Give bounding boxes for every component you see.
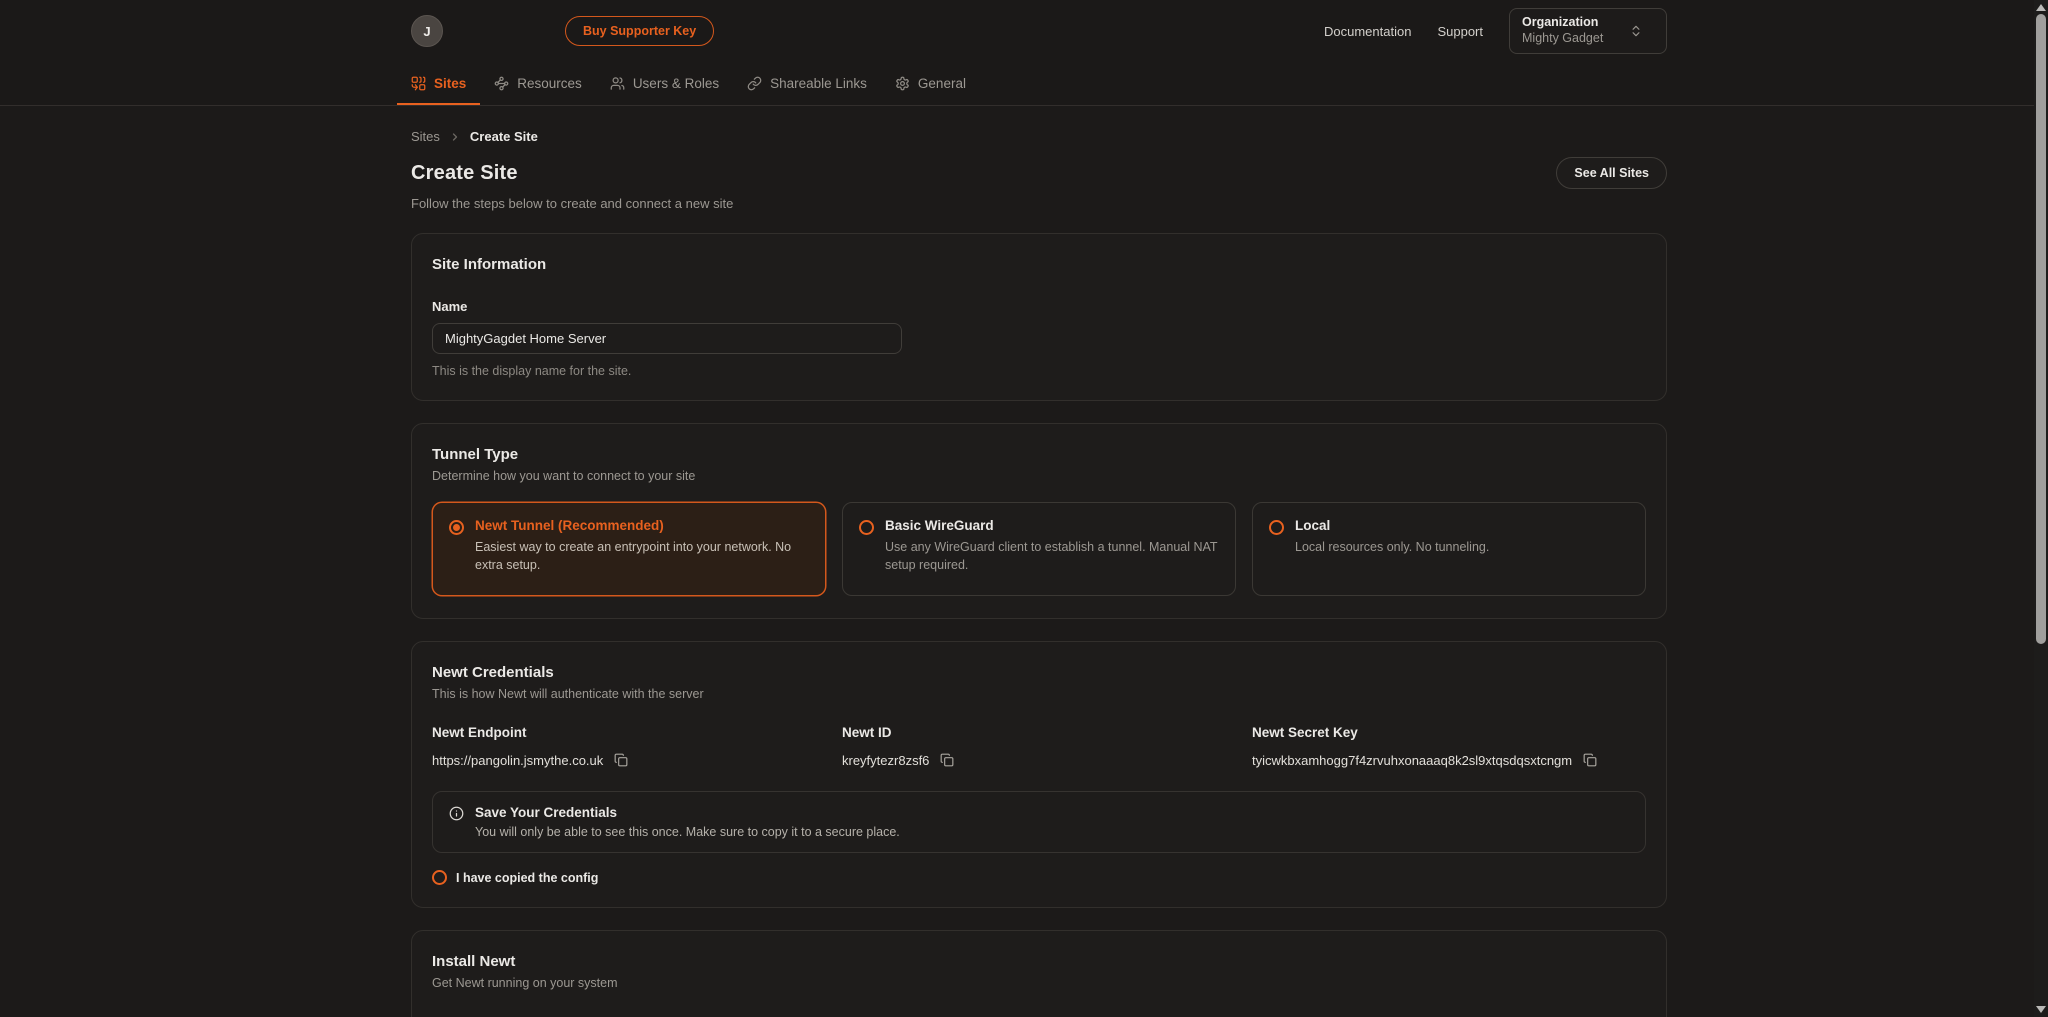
organization-value: Mighty Gadget (1522, 31, 1603, 47)
info-icon (449, 806, 464, 821)
tab-label: General (918, 76, 966, 91)
waypoints-icon (494, 76, 509, 91)
install-newt-heading: Install Newt (432, 953, 1646, 970)
buy-supporter-key-button[interactable]: Buy Supporter Key (565, 16, 714, 46)
name-label: Name (432, 299, 1646, 314)
tab-label: Shareable Links (770, 76, 867, 91)
breadcrumb-create-site: Create Site (470, 129, 538, 144)
radio-unselected-icon (432, 870, 447, 885)
newt-id-field: Newt ID kreyfytezr8zsf6 (842, 725, 1236, 769)
page-subtitle: Follow the steps below to create and con… (411, 196, 1667, 211)
scrollbar[interactable] (2034, 0, 2048, 1017)
newt-credentials-card: Newt Credentials This is how Newt will a… (411, 641, 1667, 908)
link-icon (747, 76, 762, 91)
chevrons-up-down-icon (1629, 24, 1643, 38)
copy-secret-key-button[interactable] (1581, 751, 1599, 769)
tunnel-option-title: Basic WireGuard (885, 518, 1219, 533)
copy-icon (1583, 753, 1597, 767)
support-link[interactable]: Support (1437, 24, 1483, 39)
tunnel-option-wireguard[interactable]: Basic WireGuard Use any WireGuard client… (842, 502, 1236, 596)
newt-endpoint-label: Newt Endpoint (432, 725, 826, 740)
organization-selector[interactable]: Organization Mighty Gadget (1509, 8, 1667, 53)
newt-secret-key-label: Newt Secret Key (1252, 725, 1646, 740)
callout-title: Save Your Credentials (475, 805, 900, 820)
scrollbar-down-arrow[interactable] (2036, 1006, 2046, 1013)
newt-secret-key-field: Newt Secret Key tyicwkbxamhogg7f4zrvuhxo… (1252, 725, 1646, 769)
copy-icon (940, 753, 954, 767)
tab-resources[interactable]: Resources (480, 62, 596, 105)
tab-sites[interactable]: Sites (397, 62, 480, 105)
organization-label: Organization (1522, 15, 1603, 31)
users-icon (610, 76, 625, 91)
tunnel-type-subheading: Determine how you want to connect to you… (432, 469, 1646, 483)
radio-selected-icon (449, 520, 464, 535)
chevron-right-icon (449, 131, 461, 143)
radio-unselected-icon (859, 520, 874, 535)
radio-unselected-icon (1269, 520, 1284, 535)
breadcrumb: Sites Create Site (411, 129, 1667, 144)
primary-tabs: Sites Resources Users & Roles (397, 62, 2034, 105)
site-name-input[interactable] (432, 323, 902, 354)
save-credentials-callout: Save Your Credentials You will only be a… (432, 791, 1646, 853)
copy-icon (614, 753, 628, 767)
scrollbar-thumb[interactable] (2036, 14, 2046, 644)
tunnel-option-description: Local resources only. No tunneling. (1295, 538, 1489, 556)
install-newt-subheading: Get Newt running on your system (432, 976, 1646, 990)
copy-newt-id-button[interactable] (938, 751, 956, 769)
newt-secret-key-value: tyicwkbxamhogg7f4zrvuhxonaaaq8k2sl9xtqsd… (1252, 753, 1572, 768)
tab-label: Users & Roles (633, 76, 719, 91)
breadcrumb-sites[interactable]: Sites (411, 129, 440, 144)
page-scroll-area: J Buy Supporter Key Documentation Suppor… (0, 0, 2034, 1017)
newt-endpoint-field: Newt Endpoint https://pangolin.jsmythe.c… (432, 725, 826, 769)
tab-users-roles[interactable]: Users & Roles (596, 62, 733, 105)
tab-label: Resources (517, 76, 582, 91)
copied-config-radio[interactable]: I have copied the config (432, 870, 1646, 885)
tab-label: Sites (434, 76, 466, 91)
app-window: J Buy Supporter Key Documentation Suppor… (0, 0, 2048, 1017)
tab-shareable-links[interactable]: Shareable Links (733, 62, 881, 105)
newt-endpoint-value: https://pangolin.jsmythe.co.uk (432, 753, 603, 768)
name-help-text: This is the display name for the site. (432, 364, 1646, 378)
tunnel-option-local[interactable]: Local Local resources only. No tunneling… (1252, 502, 1646, 596)
combine-icon (411, 76, 426, 91)
newt-id-label: Newt ID (842, 725, 1236, 740)
tunnel-option-description: Use any WireGuard client to establish a … (885, 538, 1219, 574)
see-all-sites-button[interactable]: See All Sites (1556, 157, 1667, 189)
callout-description: You will only be able to see this once. … (475, 825, 900, 839)
top-header: J Buy Supporter Key Documentation Suppor… (0, 0, 2034, 106)
tab-general[interactable]: General (881, 62, 980, 105)
tunnel-option-title: Newt Tunnel (Recommended) (475, 518, 809, 533)
avatar[interactable]: J (411, 15, 443, 47)
tunnel-type-card: Tunnel Type Determine how you want to co… (411, 423, 1667, 619)
scrollbar-up-arrow[interactable] (2036, 4, 2046, 11)
newt-id-value: kreyfytezr8zsf6 (842, 753, 929, 768)
newt-credentials-subheading: This is how Newt will authenticate with … (432, 687, 1646, 701)
site-information-card: Site Information Name This is the displa… (411, 233, 1667, 401)
page-title: Create Site (411, 162, 518, 185)
copied-config-label: I have copied the config (456, 871, 598, 885)
site-information-heading: Site Information (432, 256, 1646, 273)
newt-credentials-heading: Newt Credentials (432, 664, 1646, 681)
copy-endpoint-button[interactable] (612, 751, 630, 769)
documentation-link[interactable]: Documentation (1324, 24, 1411, 39)
install-newt-card: Install Newt Get Newt running on your sy… (411, 930, 1667, 1017)
tunnel-option-newt[interactable]: Newt Tunnel (Recommended) Easiest way to… (432, 502, 826, 596)
settings-icon (895, 76, 910, 91)
tunnel-option-description: Easiest way to create an entrypoint into… (475, 538, 809, 574)
tunnel-option-title: Local (1295, 518, 1489, 533)
tunnel-type-heading: Tunnel Type (432, 446, 1646, 463)
